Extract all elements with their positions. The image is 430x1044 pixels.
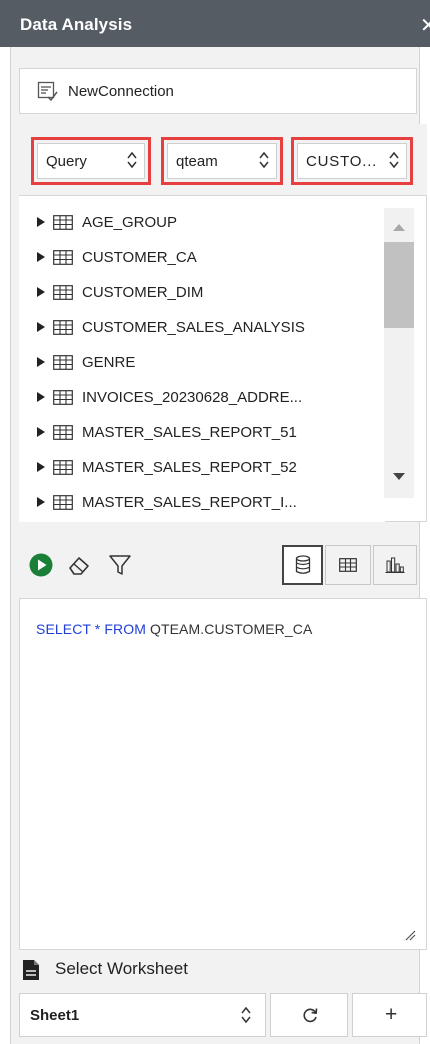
table-tree-item-label: MASTER_SALES_REPORT_51 [82, 424, 297, 441]
document-icon [23, 960, 39, 980]
table-tree-item-label: MASTER_SALES_REPORT_52 [82, 459, 297, 476]
expand-triangle-icon[interactable] [36, 216, 46, 228]
sort-arrows-icon [127, 151, 137, 169]
expand-triangle-icon[interactable] [36, 426, 46, 438]
table-tree-item-label: CUSTOMER_SALES_ANALYSIS [82, 319, 305, 336]
add-worksheet-label: + [385, 1003, 398, 1026]
table-tree-item-label: MASTER_SALES_REPORT_I... [82, 494, 297, 511]
eraser-icon[interactable] [66, 553, 92, 577]
view-table-button[interactable] [325, 545, 371, 585]
table-icon [53, 390, 73, 405]
table-icon [53, 285, 73, 300]
sort-arrows-icon [259, 151, 269, 169]
scroll-down-icon[interactable] [392, 472, 406, 482]
title-bar: Data Analysis ✕ [0, 0, 430, 47]
table-tree-item-label: CUSTOMER_CA [82, 249, 197, 266]
select-worksheet-label: Select Worksheet [55, 959, 188, 978]
table-select[interactable]: CUSTO... [297, 143, 407, 179]
resize-grip-icon[interactable] [404, 929, 416, 941]
scrollbar-thumb[interactable] [384, 242, 414, 328]
table-icon [339, 558, 357, 572]
expand-triangle-icon[interactable] [36, 461, 46, 473]
schema-select[interactable]: qteam [167, 143, 277, 179]
worksheet-select-value: Sheet1 [30, 1007, 80, 1024]
schema-select-value: qteam [176, 153, 218, 170]
connection-list-icon [37, 81, 58, 102]
table-icon [53, 460, 73, 475]
refresh-worksheets-button[interactable] [270, 993, 348, 1037]
sql-select-all: * [90, 621, 105, 637]
play-icon[interactable] [29, 553, 53, 577]
table-tree-item-label: CUSTOMER_DIM [82, 284, 204, 301]
table-tree-item-label: AGE_GROUP [82, 214, 178, 231]
table-tree: AGE_GROUP CUSTOMER_CA CUSTOMER_DIM CUSTOMER… [19, 196, 385, 522]
mode-select-value: Query [46, 153, 87, 170]
expand-triangle-icon[interactable] [36, 286, 46, 298]
tree-scrollbar[interactable] [384, 208, 414, 498]
mode-select-highlight: Query [31, 137, 151, 185]
expand-triangle-icon[interactable] [36, 321, 46, 333]
expand-triangle-icon[interactable] [36, 251, 46, 263]
sort-arrows-icon [241, 1006, 251, 1024]
database-icon [295, 555, 311, 574]
bar-chart-icon [385, 557, 405, 573]
table-icon [53, 355, 73, 370]
expand-triangle-icon[interactable] [36, 496, 46, 508]
sql-query-text: SELECT * FROM QTEAM.CUSTOMER_CA [36, 621, 312, 637]
table-icon [53, 250, 73, 265]
table-tree-item-label: GENRE [82, 354, 136, 371]
table-icon [53, 495, 73, 510]
sql-keyword-select: SELECT [36, 621, 91, 637]
worksheet-select[interactable]: Sheet1 [19, 993, 266, 1037]
scroll-up-icon[interactable] [392, 222, 406, 232]
table-select-highlight: CUSTO... [291, 137, 413, 185]
sql-keyword-from: FROM [104, 621, 146, 637]
connection-selector[interactable]: NewConnection [19, 68, 417, 114]
view-database-button[interactable] [282, 545, 323, 585]
sort-arrows-icon [389, 151, 399, 169]
view-chart-button[interactable] [373, 545, 417, 585]
table-icon [53, 425, 73, 440]
schema-select-highlight: qteam [161, 137, 283, 185]
sql-editor[interactable]: SELECT * FROM QTEAM.CUSTOMER_CA [19, 598, 427, 950]
connection-label: NewConnection [68, 83, 174, 100]
table-select-value: CUSTO... [306, 153, 378, 170]
table-icon [53, 320, 73, 335]
filter-icon[interactable] [108, 553, 132, 577]
panel-title: Data Analysis [20, 15, 133, 34]
refresh-icon [303, 1008, 318, 1023]
table-tree-item-label: INVOICES_20230628_ADDRE... [82, 389, 303, 406]
sql-target-table: QTEAM.CUSTOMER_CA [145, 621, 313, 637]
table-icon [53, 215, 73, 230]
expand-triangle-icon[interactable] [36, 356, 46, 368]
add-worksheet-button[interactable]: + [352, 993, 427, 1037]
mode-select[interactable]: Query [37, 143, 145, 179]
close-icon[interactable]: ✕ [420, 13, 430, 38]
expand-triangle-icon[interactable] [36, 391, 46, 403]
